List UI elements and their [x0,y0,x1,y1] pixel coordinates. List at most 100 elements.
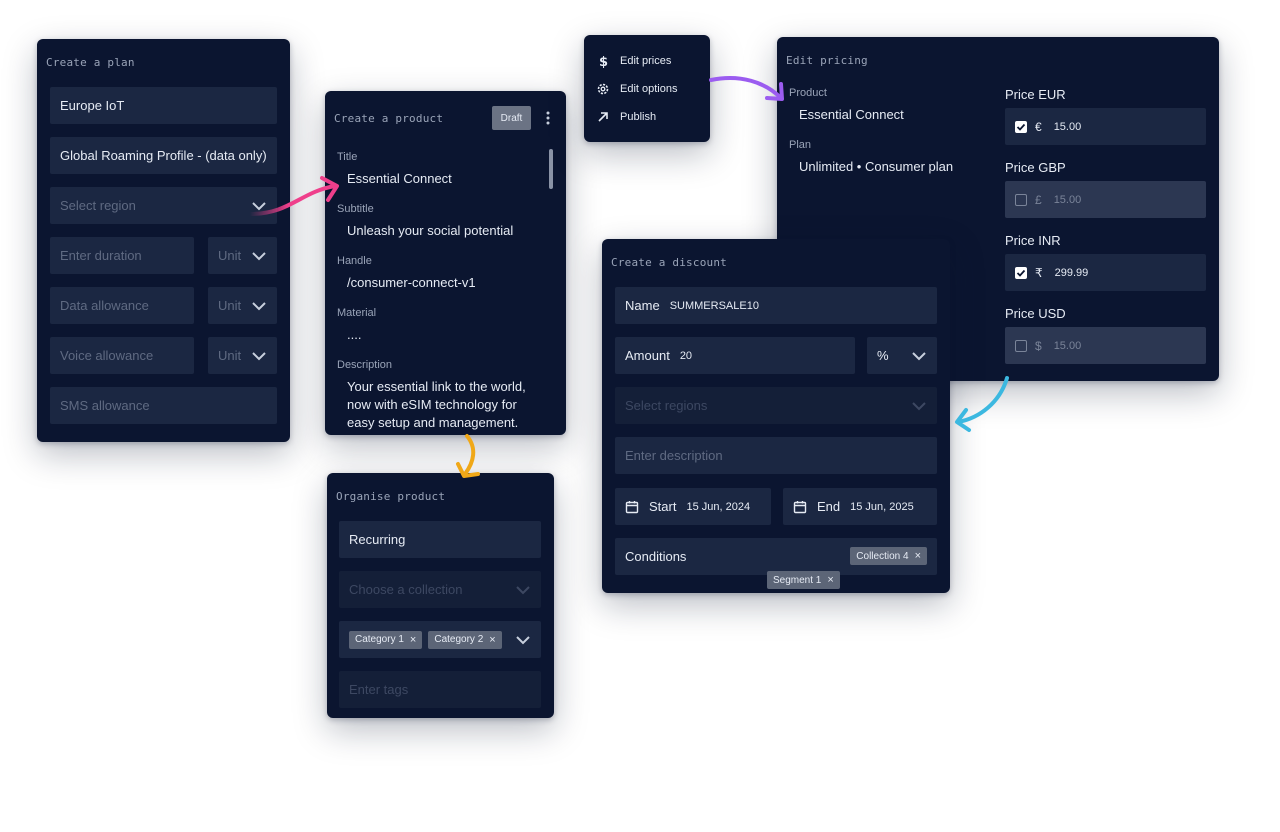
price-inr-checkbox[interactable] [1015,266,1027,279]
condition-chip[interactable]: Collection 4 × [850,547,927,565]
check-icon [1016,123,1026,131]
chip-label: Category 1 [355,634,404,645]
price-inr-input[interactable]: 299.99 [1055,267,1089,279]
chevron-down-icon [252,201,266,210]
menu-item-edit-options[interactable]: Edit options [596,82,677,96]
description-label: Description [337,359,393,371]
close-icon[interactable]: × [410,634,416,646]
menu-item-edit-prices[interactable]: $ Edit prices [596,54,671,68]
menu-item-publish[interactable]: Publish [596,110,656,124]
currency-symbol: $ [1035,338,1042,353]
price-usd-input[interactable]: 15.00 [1054,340,1082,352]
discount-name-field[interactable]: Name SUMMERSALE10 [615,287,937,324]
svg-text:$: $ [599,55,608,68]
tags-input[interactable]: Enter tags [339,671,541,708]
create-plan-panel: Create a plan Europe IoT Global Roaming … [37,39,290,442]
condition-chip[interactable]: Segment 1 × [767,571,840,589]
start-label: Start [649,499,677,514]
price-inr-field[interactable]: ₹ 299.99 [1005,254,1206,291]
price-eur-label: Price EUR [1005,87,1066,102]
price-usd-label: Price USD [1005,306,1066,321]
price-gbp-field[interactable]: £ 15.00 [1005,181,1206,218]
panel-title: Create a discount [611,256,727,269]
end-date-field[interactable]: End 15 Jun, 2025 [783,488,937,525]
status-badge: Draft [492,106,531,130]
discount-name-input[interactable]: SUMMERSALE10 [670,300,759,312]
unit-label: Unit [218,248,242,263]
end-date-input[interactable]: 15 Jun, 2025 [850,501,914,513]
material-label: Material [337,307,377,319]
amount-label: Amount [625,348,670,363]
chevron-down-icon [912,351,926,360]
price-inr-label: Price INR [1005,233,1061,248]
title-input[interactable]: Essential Connect [347,171,452,186]
arrow-pricing-to-discount [956,376,1009,424]
handle-input[interactable]: /consumer-connect-v1 [347,275,476,290]
price-gbp-checkbox[interactable] [1015,193,1027,206]
collection-placeholder: Choose a collection [349,582,463,597]
amount-unit-select[interactable]: % [867,337,937,374]
start-date-input[interactable]: 15 Jun, 2024 [686,501,750,513]
menu-item-label: Edit prices [620,55,672,67]
product-value: Essential Connect [799,107,904,122]
price-usd-field[interactable]: $ 15.00 [1005,327,1206,364]
unit-label: Unit [218,348,242,363]
category-select[interactable]: Category 1 × Category 2 × [339,621,541,658]
region-placeholder: Select region [60,198,136,213]
subtitle-label: Subtitle [337,203,374,215]
more-options-icon[interactable] [544,110,552,126]
category-chip[interactable]: Category 2 × [428,630,502,649]
calendar-icon [793,500,807,513]
sms-allowance-input[interactable]: SMS allowance [50,387,277,424]
price-gbp-input[interactable]: 15.00 [1054,194,1082,206]
roaming-profile-input[interactable]: Global Roaming Profile - (data only) [50,137,277,174]
collection-select[interactable]: Choose a collection [339,571,541,608]
duration-input[interactable]: Enter duration [50,237,194,274]
price-eur-field[interactable]: € 15.00 [1005,108,1206,145]
organise-product-panel: Organise product Recurring Choose a coll… [327,473,554,718]
chevron-down-icon [516,635,530,644]
product-type-input[interactable]: Recurring [339,521,541,558]
conditions-field[interactable]: Conditions Collection 4 × [615,538,937,575]
arrow-product-to-organise [463,434,476,476]
data-unit-select[interactable]: Unit [208,287,277,324]
plan-label: Plan [789,139,812,151]
close-icon[interactable]: × [827,574,833,586]
discount-amount-input[interactable]: 20 [680,350,692,362]
close-icon[interactable]: × [489,634,495,646]
material-input[interactable]: .... [347,327,361,342]
action-menu: $ Edit prices Edit options Publish [584,35,710,142]
price-eur-input[interactable]: 15.00 [1054,121,1082,133]
name-label: Name [625,298,660,313]
discount-amount-field[interactable]: Amount 20 [615,337,855,374]
region-select[interactable]: Select region [50,187,277,224]
regions-select[interactable]: Select regions [615,387,937,424]
discount-description-input[interactable]: Enter description [615,437,937,474]
panel-title: Create a product [334,112,444,125]
product-label: Product [789,87,827,99]
price-usd-checkbox[interactable] [1015,339,1027,352]
chevron-down-icon [252,251,266,260]
currency-symbol: £ [1035,192,1042,207]
close-icon[interactable]: × [915,550,921,562]
price-gbp-label: Price GBP [1005,160,1066,175]
voice-allowance-input[interactable]: Voice allowance [50,337,194,374]
start-date-field[interactable]: Start 15 Jun, 2024 [615,488,771,525]
category-chip[interactable]: Category 1 × [349,630,423,649]
scrollbar[interactable] [549,149,553,189]
description-input[interactable]: Your essential link to the world, now wi… [347,378,537,432]
data-allowance-input[interactable]: Data allowance [50,287,194,324]
currency-symbol: € [1035,119,1042,134]
subtitle-input[interactable]: Unleash your social potential [347,223,513,238]
duration-unit-select[interactable]: Unit [208,237,277,274]
chip-label: Collection 4 [856,550,909,562]
price-eur-checkbox[interactable] [1015,120,1027,133]
chevron-down-icon [516,585,530,594]
chevron-down-icon [252,301,266,310]
dollar-icon: $ [599,55,608,68]
plan-name-input[interactable]: Europe IoT [50,87,277,124]
title-label: Title [337,151,358,163]
panel-title: Organise product [336,490,446,503]
voice-unit-select[interactable]: Unit [208,337,277,374]
create-discount-panel: Create a discount Name SUMMERSALE10 Amou… [602,239,950,593]
